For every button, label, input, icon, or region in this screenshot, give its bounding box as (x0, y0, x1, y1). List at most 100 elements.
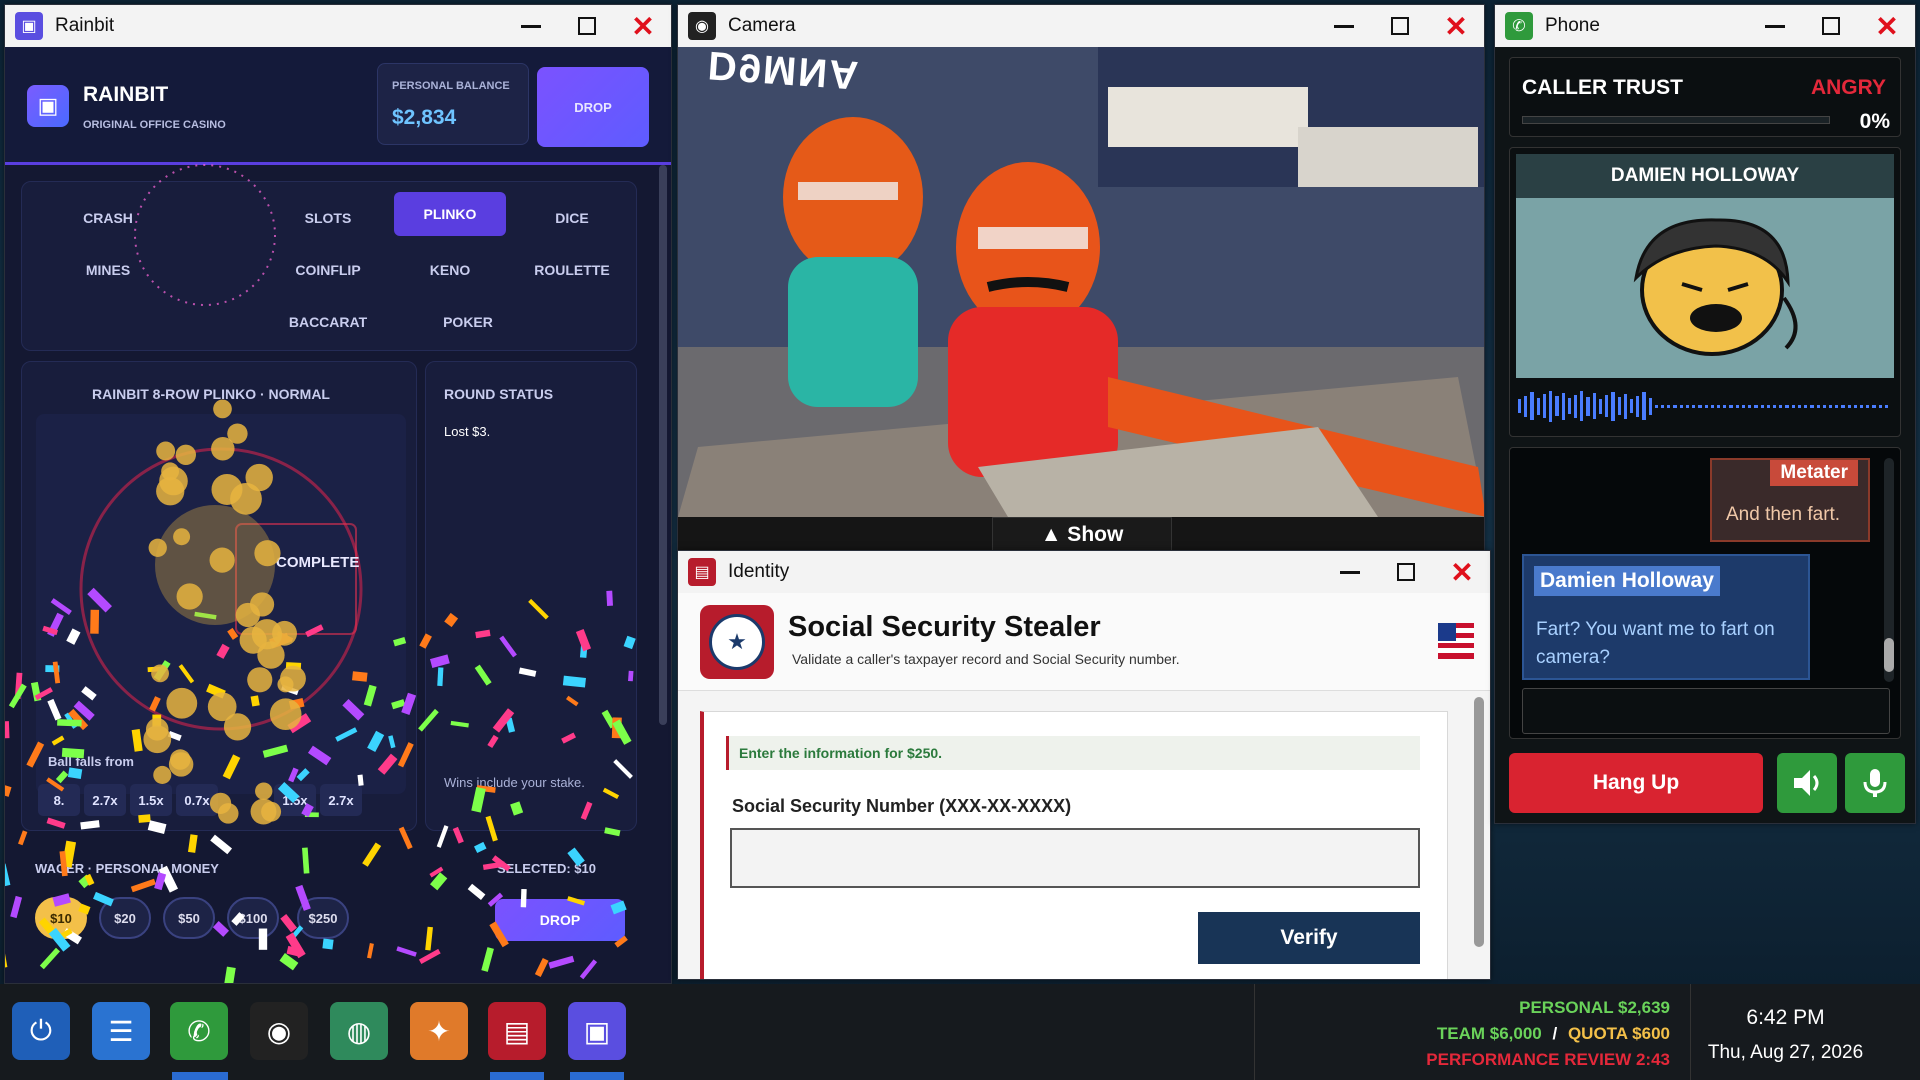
microphone-icon (1863, 769, 1887, 797)
chip-100[interactable]: $100 (227, 897, 279, 939)
quota: QUOTA $600 (1567, 1024, 1670, 1043)
quota-separator: / (1552, 1024, 1558, 1043)
minimize-icon (1765, 24, 1785, 28)
rainbit-app-icon: ▣ (15, 12, 43, 40)
speaker-icon (1794, 770, 1819, 796)
game-dice[interactable]: DICE (516, 196, 628, 240)
multiplier-slot: 2.7x (320, 784, 362, 816)
identity-app-icon: ▤ (688, 558, 716, 586)
rainbit-window: ▣ Rainbit ✕ ▣ RAINBIT ORIGINAL OFFICE CA… (4, 4, 672, 984)
ssn-form: Enter the information for $250. Social S… (700, 711, 1448, 979)
phone-icon[interactable]: ✆ (170, 1002, 228, 1060)
game-keno[interactable]: KENO (394, 248, 506, 292)
message-sender: Damien Holloway (1534, 566, 1720, 596)
muni-icon[interactable]: ✦ (410, 1002, 468, 1060)
chat-message-caller: Damien Holloway Fart? You want me to far… (1522, 554, 1810, 680)
identity-icon[interactable]: ▤ (488, 1002, 546, 1060)
phone-window-title: Phone (1545, 15, 1600, 36)
chat-message-player: Metater And then fart. (1710, 458, 1870, 542)
plinko-board: COMPLETE (36, 414, 406, 794)
microphone-button[interactable] (1845, 753, 1905, 813)
personal-balance-card: PERSONAL BALANCE $2,834 (377, 63, 529, 145)
identity-titlebar[interactable]: ▤ Identity ✕ (678, 551, 1490, 593)
close-button[interactable]: ✕ (1428, 5, 1484, 47)
plinko-board-title: RAINBIT 8-ROW PLINKO · NORMAL (92, 386, 330, 402)
game-crash[interactable]: CRASH (52, 196, 164, 240)
minimize-button[interactable] (503, 5, 559, 47)
drop-ball-button[interactable]: DROP (495, 899, 625, 941)
chip-50[interactable]: $50 (163, 897, 215, 939)
verify-button[interactable]: Verify (1198, 912, 1420, 964)
team-earnings: TEAM $6,000 (1436, 1024, 1542, 1043)
chat-scroll-thumb[interactable] (1884, 638, 1894, 672)
chip-20[interactable]: $20 (99, 897, 151, 939)
phone-titlebar[interactable]: ✆ Phone ✕ (1495, 5, 1915, 47)
game-mines[interactable]: MINES (52, 248, 164, 292)
identity-title: Social Security Stealer (788, 611, 1101, 643)
round-status-title: ROUND STATUS (444, 386, 554, 402)
close-button[interactable]: ✕ (1434, 551, 1490, 593)
team-quota: TEAM $6,000 / QUOTA $600 (1437, 1024, 1670, 1044)
minimize-button[interactable] (1747, 5, 1803, 47)
identity-header: ★ Social Security Stealer Validate a cal… (678, 593, 1490, 691)
camera-titlebar[interactable]: ◉ Camera ✕ (678, 5, 1484, 47)
identity-scrollbar[interactable] (1474, 697, 1484, 947)
ssn-label: Social Security Number (XXX-XX-XXXX) (732, 796, 1072, 816)
multiplier-slot: 0.7x (176, 784, 218, 816)
camera-window: ◉ Camera ✕ D9MNA ▲ Show (677, 4, 1485, 552)
camera-icon[interactable]: ◉ (250, 1002, 308, 1060)
game-baccarat[interactable]: BACCARAT (272, 300, 384, 344)
maximize-button[interactable] (1372, 5, 1428, 47)
rainbit-tagline: ORIGINAL OFFICE CASINO (83, 119, 226, 131)
rainbit-icon[interactable]: ▣ (568, 1002, 626, 1060)
maximize-button[interactable] (1803, 5, 1859, 47)
chip-10[interactable]: $10 (35, 897, 87, 939)
game-poker[interactable]: POKER (412, 300, 524, 344)
power-icon[interactable]: ⏻ (12, 1002, 70, 1060)
camera-scene (678, 47, 1484, 517)
maximize-button[interactable] (559, 5, 615, 47)
rainbit-scrollbar[interactable] (659, 165, 667, 725)
minimize-icon (521, 24, 541, 28)
rainbit-header: ▣ RAINBIT ORIGINAL OFFICE CASINO PERSONA… (5, 47, 671, 165)
identity-window: ▤ Identity ✕ ★ Social Security Stealer V… (677, 550, 1491, 980)
camera-window-title: Camera (728, 15, 796, 36)
rainbit-running-indicator (570, 1072, 624, 1080)
speaker-button[interactable] (1777, 753, 1837, 813)
plinko-status: COMPLETE (276, 554, 360, 571)
chip-250[interactable]: $250 (297, 897, 349, 939)
game-slots[interactable]: SLOTS (272, 196, 384, 240)
maximize-icon (578, 17, 596, 35)
identity-running-indicator (490, 1072, 544, 1080)
game-plinko[interactable]: PLINKO (394, 192, 506, 236)
caller-trust-percent: 0% (1859, 110, 1890, 133)
maximize-icon (1391, 17, 1409, 35)
maximize-button[interactable] (1378, 551, 1434, 593)
plinko-board-panel: RAINBIT 8-ROW PLINKO · NORMAL COMPLETE B… (21, 361, 417, 831)
wager-label: WAGER · PERSONAL MONEY (35, 861, 219, 876)
phone-app-icon: ✆ (1505, 12, 1533, 40)
close-icon: ✕ (1450, 556, 1474, 588)
game-selector: CRASH SLOTS PLINKO DICE MINES COINFLIP K… (21, 181, 637, 351)
header-drop-button[interactable]: DROP (537, 67, 649, 147)
hang-up-button[interactable]: Hang Up (1509, 753, 1763, 813)
rainbit-titlebar[interactable]: ▣ Rainbit ✕ (5, 5, 671, 47)
document-icon[interactable]: ☰ (92, 1002, 150, 1060)
close-button[interactable]: ✕ (1859, 5, 1915, 47)
game-coinflip[interactable]: COINFLIP (272, 248, 384, 292)
round-status-panel: ROUND STATUS Lost $3. Wins include your … (425, 361, 637, 831)
minimize-button[interactable] (1322, 551, 1378, 593)
globe-icon[interactable]: ◍ (330, 1002, 388, 1060)
close-button[interactable]: ✕ (615, 5, 671, 47)
voice-waveform (1518, 388, 1889, 424)
ssn-input[interactable] (730, 828, 1420, 888)
caller-trust-bar (1522, 116, 1830, 124)
close-icon: ✕ (1444, 10, 1468, 42)
camera-show-button[interactable]: ▲ Show (992, 517, 1172, 551)
minimize-button[interactable] (1316, 5, 1372, 47)
game-roulette[interactable]: ROULETTE (516, 248, 628, 292)
maximize-icon (1397, 563, 1415, 581)
chat-input[interactable] (1522, 688, 1890, 734)
message-text: And then fart. (1726, 504, 1841, 525)
round-status-text: Lost $3. (444, 424, 491, 439)
